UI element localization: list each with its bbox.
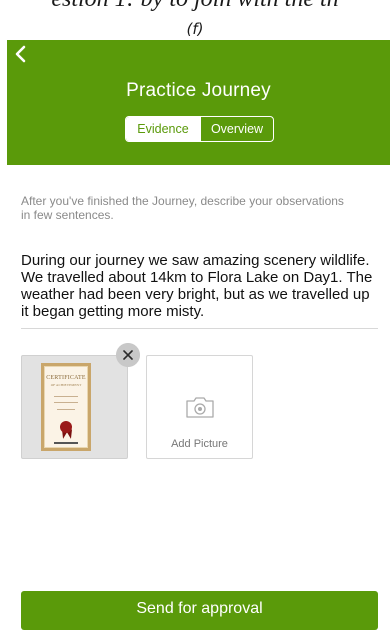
divider <box>21 328 378 329</box>
certificate-line <box>54 402 78 403</box>
certificate-line <box>54 396 78 397</box>
caption-label: (f) <box>186 20 204 38</box>
caption-partial-text: estion 1: by to join with the th <box>0 0 390 13</box>
add-picture-label: Add Picture <box>171 438 228 450</box>
app-header: Practice Journey Evidence Overview <box>7 40 390 165</box>
close-icon[interactable] <box>116 343 140 367</box>
observations-field[interactable]: During our journey we saw amazing scener… <box>21 252 378 320</box>
attachment-thumbnail[interactable]: CERTIFICATE OF ACHIEVEMENT <box>21 355 128 459</box>
chevron-left-icon[interactable] <box>11 43 33 65</box>
add-picture-button[interactable]: Add Picture <box>146 355 253 459</box>
certificate-footer-bar <box>54 442 78 444</box>
certificate-subtitle: OF ACHIEVEMENT <box>50 383 82 387</box>
page-title: Practice Journey <box>126 80 271 101</box>
segmented-control: Evidence Overview <box>125 116 274 142</box>
tab-evidence[interactable]: Evidence <box>126 117 200 141</box>
tab-overview[interactable]: Overview <box>200 117 273 141</box>
certificate-line <box>57 409 75 410</box>
certificate-image: CERTIFICATE OF ACHIEVEMENT <box>41 363 91 451</box>
certificate-title: CERTIFICATE <box>46 375 86 381</box>
camera-icon <box>186 397 214 418</box>
send-for-approval-button[interactable]: Send for approval <box>21 591 378 630</box>
instructions-text: After you've finished the Journey, descr… <box>21 194 344 222</box>
figure-caption: estion 1: by to join with the th (f) <box>0 0 390 40</box>
seal-icon <box>60 421 72 433</box>
